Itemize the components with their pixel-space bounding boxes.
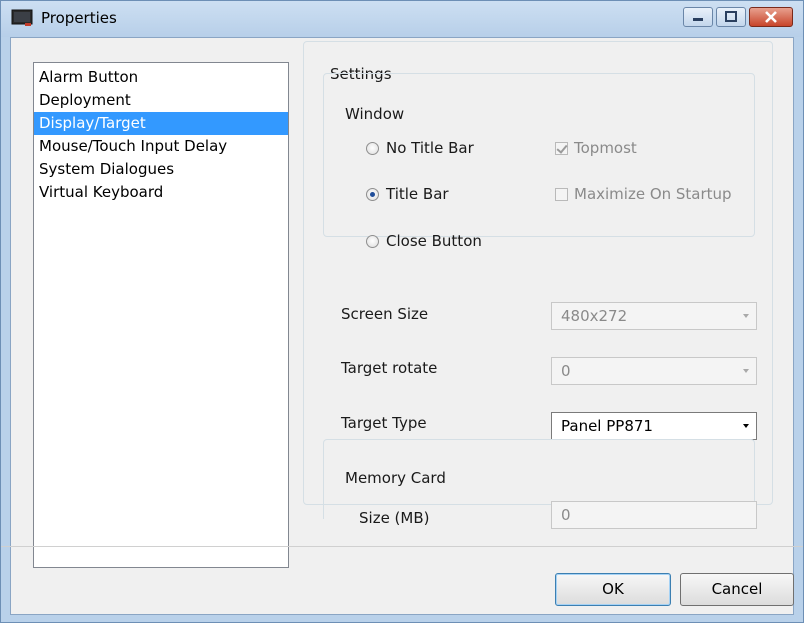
nav-item-mouse-touch-input-delay[interactable]: Mouse/Touch Input Delay (34, 135, 288, 158)
radio-title-bar[interactable]: Title Bar (366, 185, 449, 203)
topmost-checkbox[interactable]: Topmost (555, 139, 637, 157)
ok-button[interactable]: OK (555, 573, 671, 606)
window-group-label: Window (342, 105, 408, 123)
close-icon (765, 11, 777, 23)
radio-close-button-label: Close Button (386, 232, 482, 250)
screen-size-dropdown[interactable]: 480x272 (551, 302, 757, 330)
maximize-on-startup-checkbox[interactable]: Maximize On Startup (555, 185, 732, 203)
memory-card-group-label: Memory Card (342, 469, 449, 487)
check-indicator-checked (555, 141, 568, 155)
caption-buttons (680, 7, 793, 29)
chevron-down-icon (743, 424, 749, 428)
window-title: Properties (41, 9, 117, 27)
radio-no-title-bar-label: No Title Bar (386, 139, 474, 157)
target-rotate-value: 0 (561, 362, 571, 380)
memory-size-field[interactable]: 0 (551, 501, 757, 529)
radio-indicator (366, 141, 379, 155)
nav-item-display-target[interactable]: Display/Target (34, 112, 288, 135)
minimize-icon (693, 18, 703, 21)
radio-indicator (366, 234, 379, 248)
memory-size-value: 0 (561, 506, 571, 524)
nav-item-system-dialogues[interactable]: System Dialogues (34, 158, 288, 181)
nav-item-deployment[interactable]: Deployment (34, 89, 288, 112)
maximize-icon (725, 11, 737, 22)
maximize-button[interactable] (716, 7, 746, 27)
screen-size-label: Screen Size (341, 305, 429, 323)
properties-window: Properties Alarm Button Deployment Displ… (0, 0, 804, 623)
footer-separator (1, 546, 803, 547)
nav-item-alarm-button[interactable]: Alarm Button (34, 66, 288, 89)
check-indicator (555, 187, 568, 201)
close-button[interactable] (749, 7, 793, 27)
app-icon (11, 9, 33, 26)
minimize-button[interactable] (683, 7, 713, 27)
radio-indicator-checked (366, 187, 379, 201)
target-type-label: Target Type (341, 414, 427, 432)
title-bar[interactable]: Properties (1, 1, 803, 37)
chevron-down-icon (743, 369, 749, 373)
nav-item-virtual-keyboard[interactable]: Virtual Keyboard (34, 181, 288, 204)
category-list[interactable]: Alarm Button Deployment Display/Target M… (33, 62, 289, 568)
target-rotate-label: Target rotate (341, 359, 438, 377)
target-rotate-dropdown[interactable]: 0 (551, 357, 757, 385)
topmost-label: Topmost (574, 139, 637, 157)
target-type-value: Panel PP871 (561, 417, 653, 435)
chevron-down-icon (743, 314, 749, 318)
radio-close-button[interactable]: Close Button (366, 232, 482, 250)
radio-title-bar-label: Title Bar (386, 185, 449, 203)
memory-size-label: Size (MB) (359, 509, 430, 527)
maximize-on-startup-label: Maximize On Startup (574, 185, 732, 203)
target-type-dropdown[interactable]: Panel PP871 (551, 412, 757, 440)
screen-size-value: 480x272 (561, 307, 628, 325)
cancel-button[interactable]: Cancel (680, 573, 794, 606)
radio-no-title-bar[interactable]: No Title Bar (366, 139, 474, 157)
